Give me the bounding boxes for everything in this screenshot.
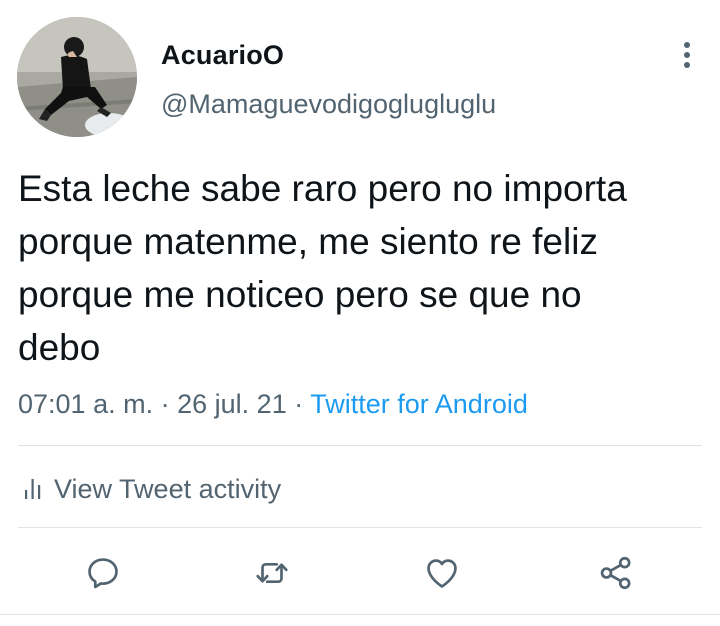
tweet-date[interactable]: 26 jul. 21	[177, 389, 287, 419]
user-handle[interactable]: @Mamaguevodigoglugluglu	[161, 89, 496, 120]
reply-button[interactable]	[78, 548, 128, 598]
meta-separator: ·	[294, 389, 304, 419]
tweet-source-link[interactable]: Twitter for Android	[310, 389, 528, 419]
tweet-time[interactable]: 07:01 a. m.	[18, 389, 153, 419]
view-tweet-activity-button[interactable]: View Tweet activity	[24, 472, 281, 506]
divider	[0, 614, 720, 615]
more-options-icon	[684, 42, 690, 48]
more-options-button[interactable]	[670, 38, 704, 72]
tweet-metadata: 07:01 a. m. · 26 jul. 21 · Twitter for A…	[18, 389, 528, 420]
meta-separator: ·	[160, 389, 170, 419]
heart-icon	[427, 559, 457, 588]
display-name[interactable]: AcuarioO	[161, 40, 284, 71]
tweet-detail: AcuarioO @Mamaguevodigoglugluglu Esta le…	[0, 0, 720, 626]
tweet-actions-bar	[0, 548, 720, 598]
tweet-text: Esta leche sabe raro pero no importa por…	[18, 168, 627, 368]
retweet-icon	[256, 562, 288, 584]
user-avatar-photo-icon	[17, 17, 137, 137]
share-button[interactable]	[591, 548, 641, 598]
like-button[interactable]	[417, 548, 467, 598]
retweet-button[interactable]	[247, 548, 297, 598]
bar-chart-icon	[25, 479, 41, 499]
view-tweet-activity-label: View Tweet activity	[54, 473, 282, 504]
reply-icon	[88, 558, 118, 589]
avatar[interactable]	[17, 17, 137, 137]
share-icon	[600, 556, 631, 590]
divider	[18, 445, 702, 446]
divider	[18, 527, 702, 528]
